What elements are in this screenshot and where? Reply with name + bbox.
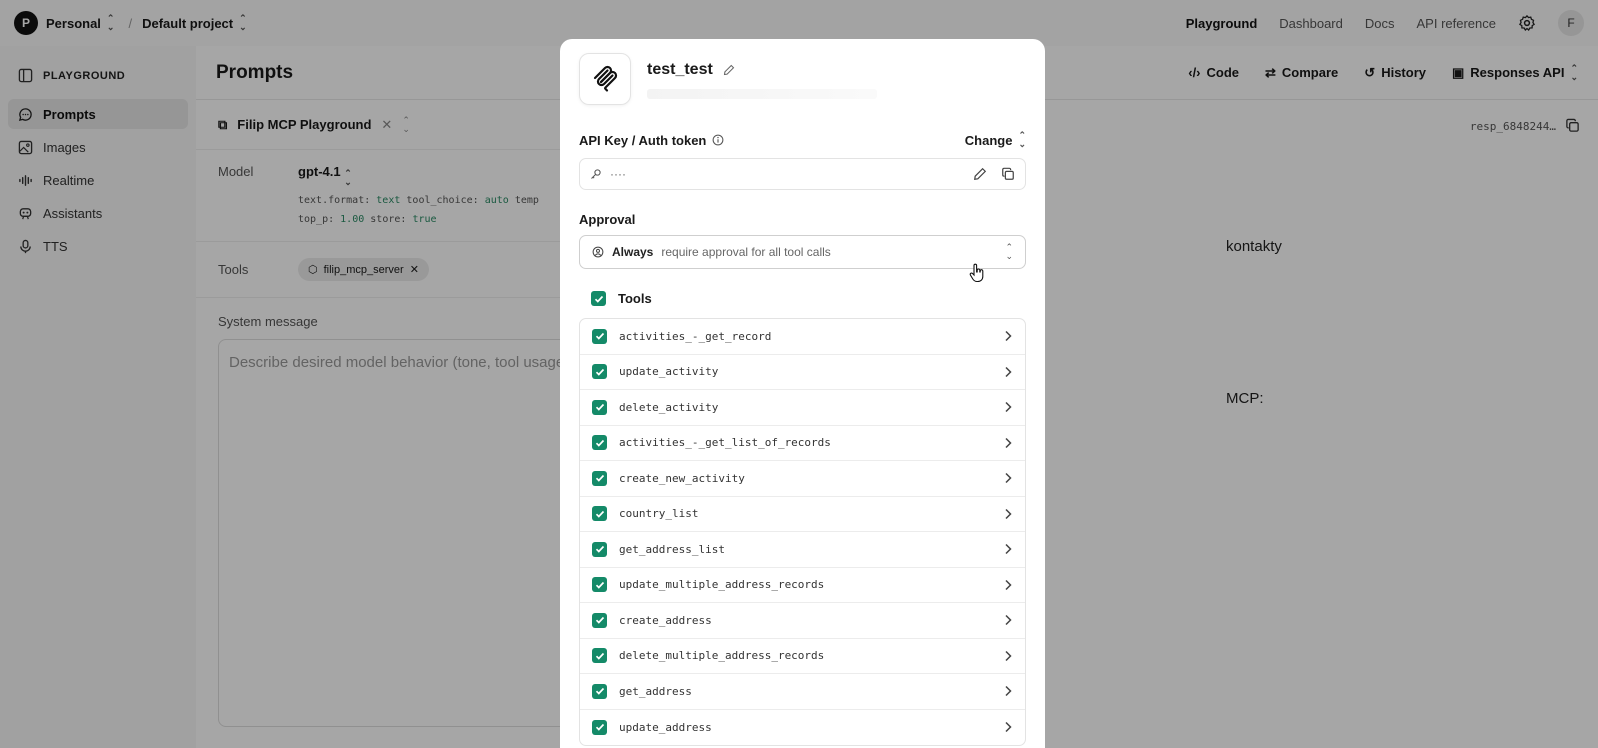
- tool-checkbox[interactable]: [592, 683, 607, 699]
- chevron-right-icon[interactable]: [1003, 366, 1013, 378]
- approval-label: Approval: [579, 212, 636, 227]
- tool-row[interactable]: update_multiple_address_records: [580, 568, 1025, 603]
- tool-row[interactable]: activities_-_get_record: [580, 319, 1025, 355]
- chevron-right-icon[interactable]: [1003, 721, 1013, 733]
- checkmark-icon: [595, 688, 604, 695]
- user-shield-icon: [592, 246, 604, 258]
- tool-checkbox[interactable]: [592, 541, 607, 557]
- tool-name: delete_multiple_address_records: [619, 649, 825, 663]
- info-icon[interactable]: [712, 134, 724, 146]
- tool-row[interactable]: update_activity: [580, 355, 1025, 390]
- mcp-server-dialog: test_test API Key / Auth token Change ⌃ ⌄…: [560, 39, 1045, 748]
- tool-name: update_address: [619, 720, 712, 734]
- tool-name: create_address: [619, 613, 712, 627]
- change-auth-button[interactable]: Change ⌃ ⌄: [965, 131, 1026, 149]
- server-logo: [579, 53, 631, 105]
- approval-select[interactable]: Always require approval for all tool cal…: [579, 235, 1026, 269]
- tool-row[interactable]: activities_-_get_list_of_records: [580, 426, 1025, 461]
- tool-checkbox[interactable]: [592, 719, 607, 735]
- dialog-description-placeholder: [647, 89, 877, 99]
- tool-checkbox[interactable]: [592, 470, 607, 486]
- tool-row[interactable]: get_address: [580, 674, 1025, 710]
- tool-name: get_address_list: [619, 542, 725, 556]
- tool-name: update_multiple_address_records: [619, 578, 825, 592]
- tool-row[interactable]: delete_multiple_address_records: [580, 639, 1025, 674]
- checkmark-icon: [595, 546, 604, 553]
- checkmark-icon: [595, 581, 604, 589]
- chevron-updown-icon: ⌃ ⌄: [1005, 242, 1013, 261]
- tools-label: Tools: [618, 291, 652, 306]
- chevron-right-icon[interactable]: [1003, 330, 1013, 342]
- tool-name: country_list: [619, 507, 699, 521]
- approval-mode: Always: [612, 245, 654, 259]
- tool-checkbox[interactable]: [592, 399, 607, 415]
- checkmark-icon: [595, 617, 604, 624]
- tool-row[interactable]: delete_activity: [580, 390, 1025, 426]
- chevron-updown-icon: ⌃ ⌄: [1018, 130, 1026, 149]
- checkmark-icon: [595, 652, 604, 660]
- chevron-right-icon[interactable]: [1003, 401, 1013, 413]
- tool-name: activities_-_get_record: [619, 329, 772, 343]
- chevron-right-icon[interactable]: [1003, 437, 1013, 449]
- tool-name: get_address: [619, 684, 692, 698]
- tool-checkbox[interactable]: [592, 328, 607, 344]
- checkmark-icon: [595, 475, 604, 482]
- chevron-right-icon[interactable]: [1003, 472, 1013, 484]
- dialog-title: test_test: [647, 61, 877, 79]
- edit-pencil-icon[interactable]: [973, 167, 987, 181]
- edit-pencil-icon[interactable]: [723, 64, 735, 76]
- chevron-right-icon[interactable]: [1003, 650, 1013, 662]
- key-icon: [591, 169, 601, 179]
- checkmark-icon: [595, 333, 604, 340]
- chevron-right-icon[interactable]: [1003, 685, 1013, 697]
- select-all-tools-checkbox[interactable]: [591, 291, 606, 306]
- mcp-logo-icon: [593, 65, 618, 92]
- chevron-right-icon[interactable]: [1003, 543, 1013, 555]
- tool-name: delete_activity: [619, 400, 719, 414]
- tools-header: Tools: [579, 291, 1026, 306]
- api-key-field[interactable]: ····: [579, 158, 1026, 190]
- copy-icon[interactable]: [1001, 167, 1015, 181]
- api-key-label: API Key / Auth token: [579, 132, 707, 148]
- tool-row[interactable]: get_address_list: [580, 532, 1025, 568]
- chevron-right-icon[interactable]: [1003, 579, 1013, 591]
- tool-row[interactable]: country_list: [580, 497, 1025, 532]
- tool-checkbox[interactable]: [592, 364, 607, 380]
- tool-list: activities_-_get_record update_activityde…: [579, 318, 1026, 746]
- dialog-header: test_test: [579, 53, 1026, 105]
- server-name: test_test: [647, 61, 713, 78]
- api-key-section: API Key / Auth token Change ⌃ ⌄: [579, 131, 1026, 149]
- tool-row[interactable]: update_address: [580, 710, 1025, 746]
- checkmark-icon: [595, 439, 604, 447]
- api-key-value: ····: [610, 167, 626, 181]
- tool-row[interactable]: create_address: [580, 603, 1025, 639]
- checkmark-icon: [595, 368, 604, 376]
- tool-checkbox[interactable]: [592, 648, 607, 664]
- approval-description: require approval for all tool calls: [661, 245, 831, 259]
- tool-checkbox[interactable]: [592, 506, 607, 522]
- chevron-right-icon[interactable]: [1003, 614, 1013, 626]
- change-label: Change: [964, 132, 1013, 148]
- checkmark-icon: [594, 295, 603, 303]
- tool-checkbox[interactable]: [592, 577, 607, 593]
- tool-name: activities_-_get_list_of_records: [619, 436, 831, 450]
- hand-cursor-icon: [969, 263, 984, 283]
- tool-row[interactable]: create_new_activity: [580, 461, 1025, 497]
- tool-name: update_activity: [619, 365, 719, 379]
- checkmark-icon: [595, 724, 604, 731]
- tool-checkbox[interactable]: [592, 435, 607, 451]
- chevron-right-icon[interactable]: [1003, 508, 1013, 520]
- checkmark-icon: [595, 404, 604, 411]
- checkmark-icon: [595, 510, 604, 518]
- tool-name: create_new_activity: [619, 471, 745, 485]
- tool-checkbox[interactable]: [592, 612, 607, 628]
